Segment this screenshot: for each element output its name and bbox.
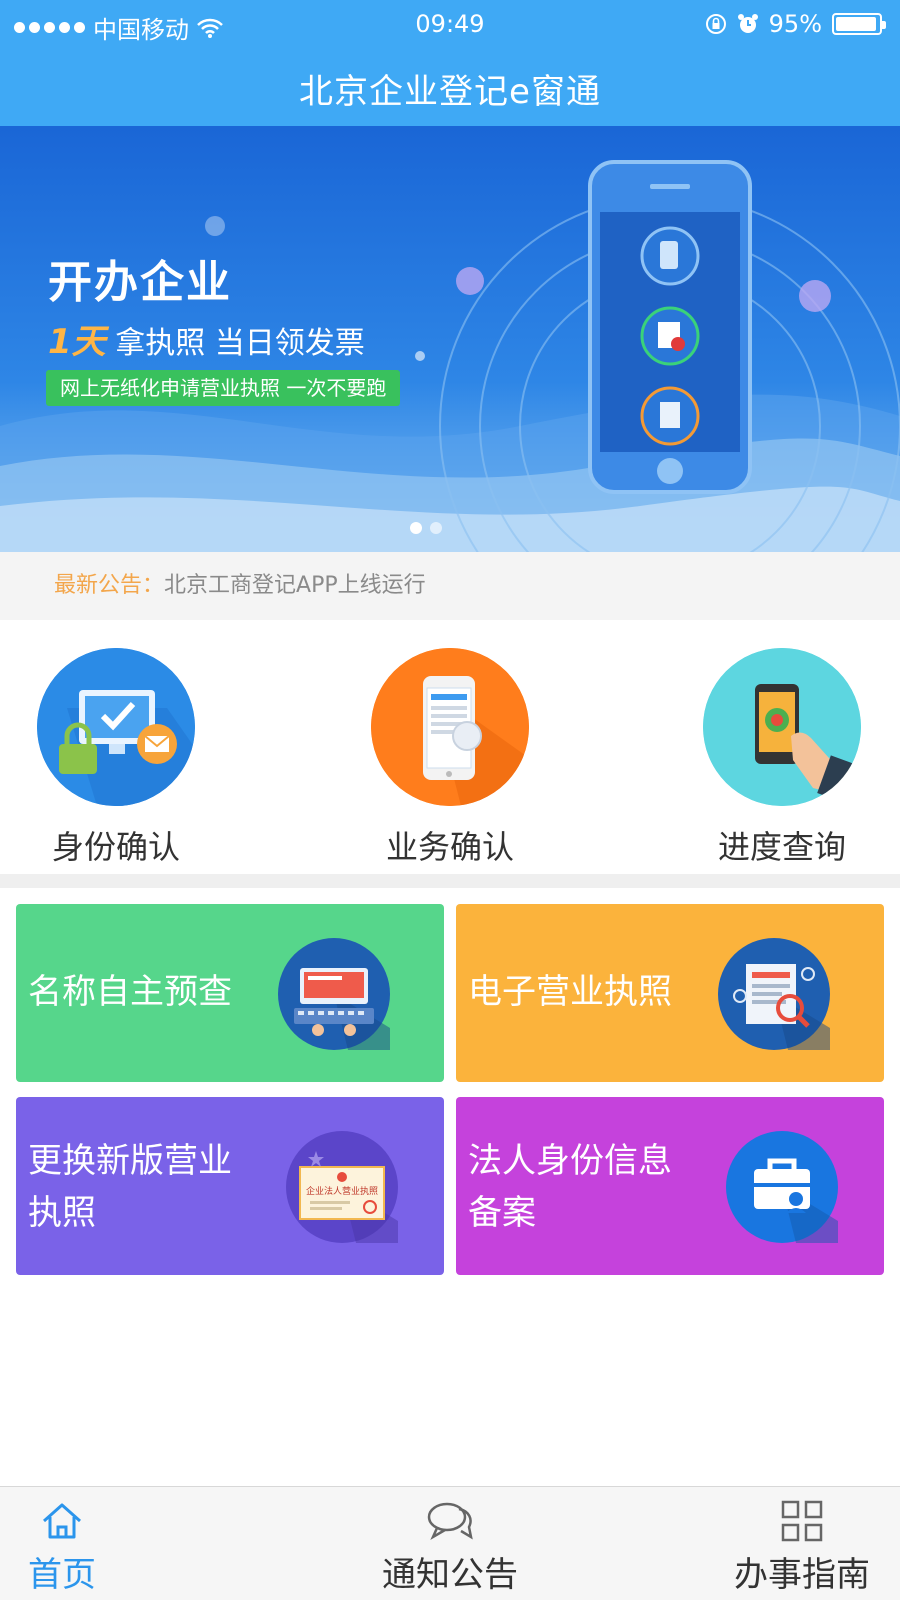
hand-touch-phone-icon bbox=[703, 648, 861, 806]
quick-action-label: 身份确认 bbox=[51, 828, 180, 866]
tab-label: 办事指南 bbox=[734, 1555, 870, 1595]
banner-dot-2[interactable] bbox=[430, 522, 442, 534]
business-license-icon: 企业法人营业执照 bbox=[286, 1131, 398, 1243]
card-renew-license[interactable]: 更换新版营业 执照 企业法人营业执照 bbox=[16, 1097, 444, 1275]
banner-dot-1[interactable] bbox=[410, 522, 422, 534]
rotation-lock-icon bbox=[705, 14, 726, 34]
app-title: 北京企业登记e窗通 bbox=[299, 72, 601, 112]
quick-action-label: 业务确认 bbox=[385, 828, 514, 866]
announcement-label: 最新公告： bbox=[54, 573, 165, 598]
quick-action-label: 进度查询 bbox=[717, 828, 846, 866]
quick-action-identity[interactable]: 身份确认 bbox=[16, 648, 216, 868]
bottom-tab-bar: 首页 通知公告 办事指南 bbox=[0, 1486, 900, 1600]
quick-actions: 身份确认 业务确认 进度查询 bbox=[0, 620, 900, 874]
section-divider bbox=[0, 874, 900, 888]
card-label: 电子营业执照 bbox=[468, 972, 672, 1012]
tab-label: 首页 bbox=[28, 1555, 96, 1595]
battery-percent: 95% bbox=[768, 10, 822, 38]
banner-tagline: 网上无纸化申请营业执照 一次不要跑 bbox=[46, 370, 401, 406]
phone-app-icon bbox=[371, 648, 529, 806]
promo-banner[interactable]: 开办企业 1天 拿执照 当日领发票 网上无纸化申请营业执照 一次不要跑 bbox=[0, 126, 900, 552]
tab-guide[interactable]: 办事指南 bbox=[716, 1487, 888, 1600]
tab-label: 通知公告 bbox=[382, 1555, 518, 1595]
tab-home[interactable]: 首页 bbox=[12, 1487, 112, 1600]
chat-bubbles-icon bbox=[427, 1502, 473, 1541]
keyboard-monitor-icon bbox=[278, 938, 390, 1050]
card-label: 名称自主预查 bbox=[28, 972, 232, 1012]
announcement-text[interactable]: 北京工商登记APP上线运行 bbox=[164, 573, 426, 598]
license-text: 企业法人营业执照 bbox=[306, 1185, 378, 1197]
quick-action-progress[interactable]: 进度查询 bbox=[682, 648, 882, 868]
app-header: 中国移动 09:49 95% 北京企业登记e窗通 bbox=[0, 0, 900, 126]
card-legal-person-filing[interactable]: 法人身份信息 备案 bbox=[456, 1097, 884, 1275]
identity-lock-monitor-icon bbox=[37, 648, 195, 806]
card-label-line1: 法人身份信息 bbox=[468, 1141, 672, 1181]
battery-icon bbox=[832, 13, 886, 35]
status-bar: 中国移动 09:49 95% bbox=[0, 0, 900, 50]
alarm-icon bbox=[737, 14, 758, 33]
banner-subtitle-text: 拿执照 当日领发票 bbox=[115, 326, 365, 361]
quick-action-business[interactable]: 业务确认 bbox=[350, 648, 550, 868]
document-magnifier-icon bbox=[718, 938, 830, 1050]
grid-icon bbox=[781, 1500, 823, 1542]
card-label-line2: 备案 bbox=[468, 1193, 536, 1233]
card-e-license[interactable]: 电子营业执照 bbox=[456, 904, 884, 1082]
card-label-line2: 执照 bbox=[28, 1193, 96, 1233]
banner-subtitle: 1天 拿执照 当日领发票 bbox=[48, 314, 365, 363]
banner-pagination bbox=[410, 522, 442, 534]
announcement-bar[interactable]: 最新公告：北京工商登记APP上线运行 bbox=[0, 552, 900, 620]
phone-illustration bbox=[588, 160, 752, 494]
card-label-line1: 更换新版营业 bbox=[28, 1141, 232, 1181]
card-name-precheck[interactable]: 名称自主预查 bbox=[16, 904, 444, 1082]
home-icon bbox=[43, 1503, 81, 1539]
banner-title: 开办企业 bbox=[48, 257, 232, 308]
briefcase-person-icon bbox=[726, 1131, 838, 1243]
status-right: 95% bbox=[705, 10, 886, 38]
banner-highlight: 1天 bbox=[48, 322, 106, 362]
tab-notices[interactable]: 通知公告 bbox=[340, 1487, 560, 1600]
